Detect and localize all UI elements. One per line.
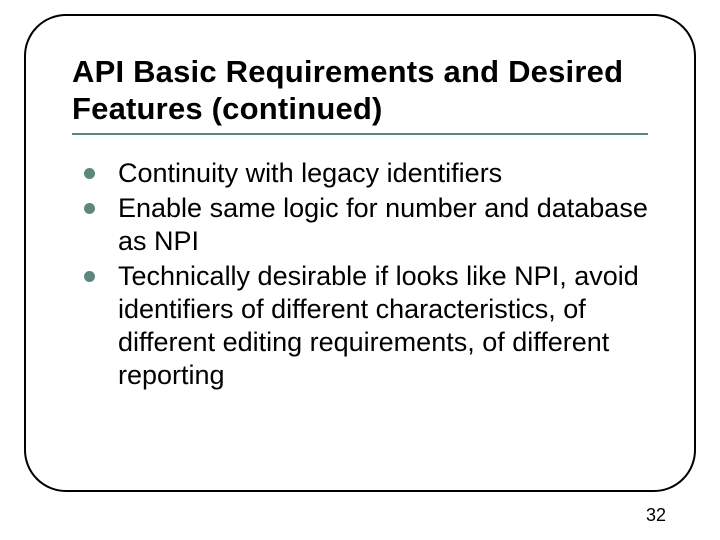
- title-underline: [72, 133, 648, 135]
- bullet-icon: [84, 168, 95, 179]
- list-item: Continuity with legacy identifiers: [78, 157, 648, 190]
- bullet-text: Enable same logic for number and databas…: [118, 193, 648, 256]
- bullet-text: Continuity with legacy identifiers: [118, 158, 502, 188]
- list-item: Enable same logic for number and databas…: [78, 192, 648, 258]
- bullet-text: Technically desirable if looks like NPI,…: [118, 261, 639, 390]
- slide-title: API Basic Requirements and Desired Featu…: [72, 54, 648, 127]
- bullet-list: Continuity with legacy identifiers Enabl…: [72, 157, 648, 392]
- bullet-icon: [84, 271, 95, 282]
- page-number: 32: [646, 505, 666, 526]
- list-item: Technically desirable if looks like NPI,…: [78, 260, 648, 392]
- bullet-icon: [84, 203, 95, 214]
- slide-frame: API Basic Requirements and Desired Featu…: [24, 14, 696, 492]
